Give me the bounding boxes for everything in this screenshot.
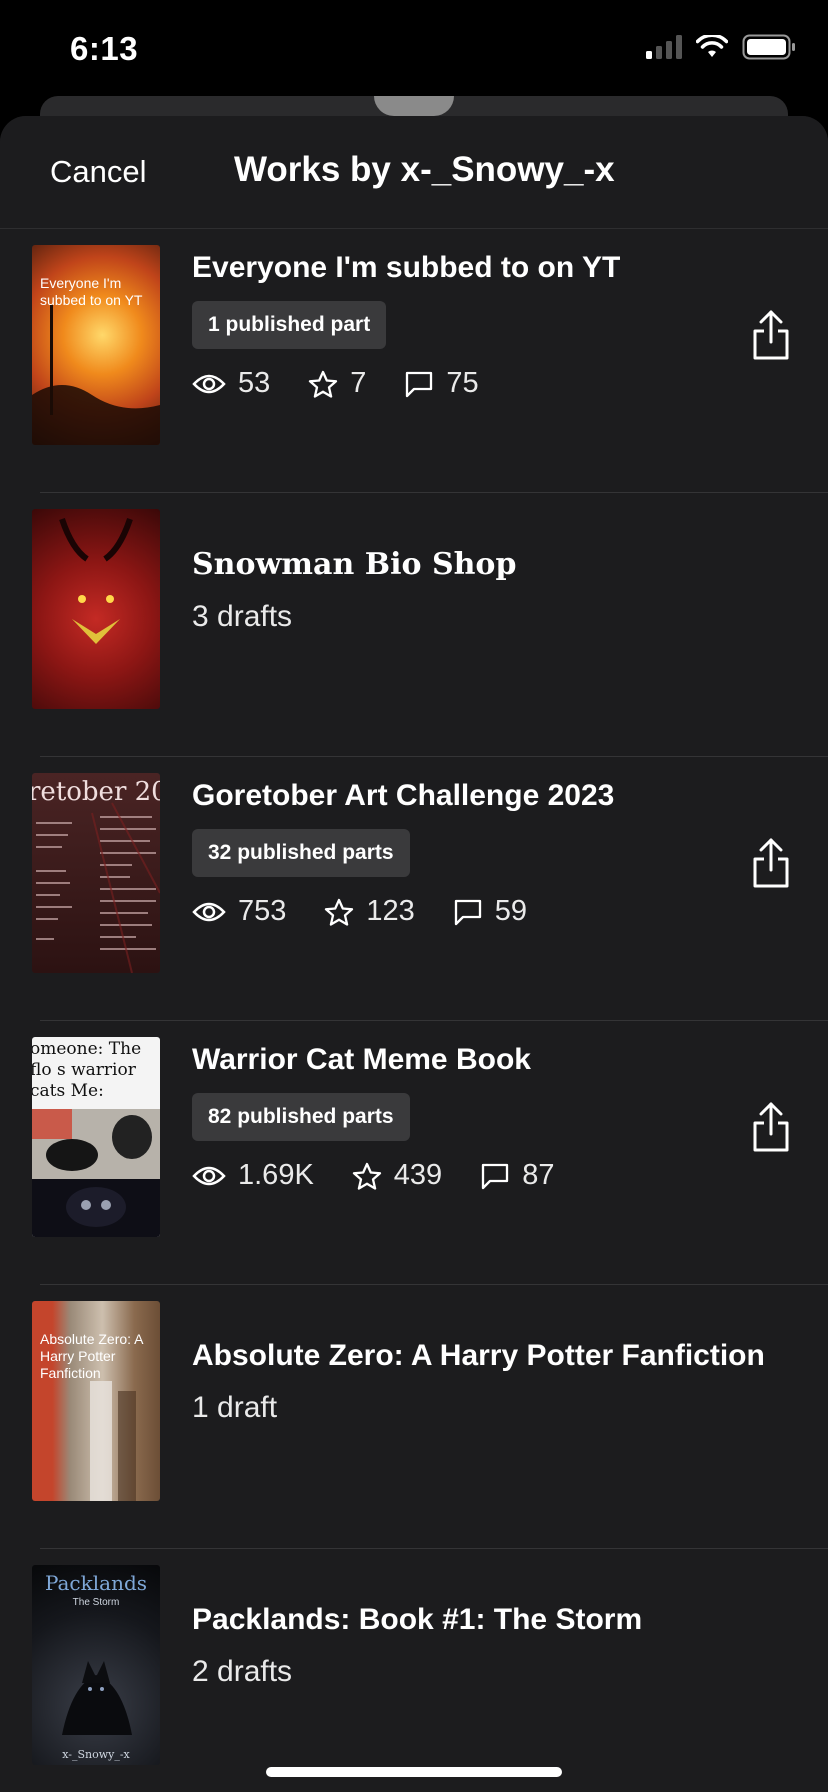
work-cover: Everyone I'm subbed to on YT [32,245,160,445]
comments-stat: 87 [480,1159,554,1192]
work-cover: retober 20 [32,773,160,973]
work-title: Warrior Cat Meme Book [192,1043,531,1076]
work-stats: 53 7 75 [192,367,620,400]
works-sheet: Cancel Works by x-_Snowy_-x Everyone I'm… [0,116,828,1792]
work-row[interactable]: Absolute Zero: A Harry Potter Fanfiction… [0,1285,828,1549]
share-icon[interactable] [752,309,790,361]
work-cover: Packlands The Storm x-_Snowy_-x [32,1565,160,1765]
cover-author: x-_Snowy_-x [62,1748,130,1761]
votes-count: 439 [393,1159,443,1191]
comments-count: 75 [446,367,479,399]
comments-stat: 75 [404,367,479,400]
cancel-button[interactable]: Cancel [50,154,147,190]
comment-icon [454,899,481,925]
cover-list-lines [36,802,160,973]
wifi-icon [696,35,728,57]
published-parts-badge: 82 published parts [192,1093,410,1141]
eye-icon [192,902,226,921]
comments-count: 59 [494,895,528,927]
work-row[interactable]: retober 20 Goretober Art Challenge 2023 … [0,757,828,1021]
sheet-title: Works by x-_Snowy_-x [234,150,615,189]
sheet-header: Cancel Works by x-_Snowy_-x [0,116,828,229]
views-count: 1.69K [238,1159,314,1191]
work-cover: omeone: The flo s warrior cats Me: [32,1037,160,1237]
work-info: Everyone I'm subbed to on YT 1 published… [192,251,620,400]
status-icons [646,34,796,60]
share-icon[interactable] [752,1101,790,1153]
work-info: Absolute Zero: A Harry Potter Fanfiction… [192,1339,765,1425]
votes-stat: 439 [352,1159,442,1192]
star-icon [325,898,354,926]
drafts-count: 1 draft [192,1391,278,1424]
star-icon [352,1162,381,1190]
work-title: Goretober Art Challenge 2023 [192,779,615,812]
work-row[interactable]: Snowman Bio Shop 3 drafts [0,493,828,757]
work-title: Snowman Bio Shop [192,547,517,582]
work-info: Packlands: Book #1: The Storm 2 drafts [192,1603,642,1689]
votes-count: 7 [350,367,367,399]
work-stats: 1.69K 439 87 [192,1159,592,1192]
work-cover [32,509,160,709]
cover-cat-photos [32,1109,160,1237]
cover-silhouette [32,305,160,445]
views-stat: 753 [192,895,286,928]
eye-icon [192,1166,226,1185]
views-count: 753 [238,895,287,927]
votes-stat: 7 [308,367,366,400]
cover-figure [90,1381,136,1501]
comments-stat: 59 [453,895,527,928]
work-row[interactable]: Everyone I'm subbed to on YT Everyone I'… [0,229,828,493]
cover-wolf [62,1661,132,1735]
status-bar: 6:13 [0,0,828,96]
votes-stat: 123 [324,895,415,928]
cover-creature [59,518,133,644]
drafts-count: 3 drafts [192,600,293,633]
share-icon[interactable] [752,837,790,889]
drafts-count: 2 drafts [192,1655,293,1688]
battery-icon [742,34,795,60]
works-list: Everyone I'm subbed to on YT Everyone I'… [0,229,828,1792]
star-icon [309,370,338,398]
work-row[interactable]: omeone: The flo s warrior cats Me: Warri… [0,1021,828,1285]
background-avatar [374,96,454,116]
comment-icon [406,371,433,397]
published-parts-badge: 32 published parts [192,829,410,877]
votes-count: 123 [366,895,415,927]
work-title: Absolute Zero: A Harry Potter Fanfiction [192,1339,765,1372]
work-cover: Absolute Zero: A Harry Potter Fanfiction [32,1301,160,1501]
comment-icon [482,1163,509,1189]
work-stats: 753 123 59 [192,895,614,928]
work-row[interactable]: Packlands The Storm x-_Snowy_-x Packland… [0,1549,828,1792]
published-parts-badge: 1 published part [192,301,387,349]
work-info: Warrior Cat Meme Book 82 published parts… [192,1043,592,1192]
eye-icon [192,374,226,393]
work-title: Packlands: Book #1: The Storm [192,1603,643,1636]
views-count: 53 [238,367,271,399]
home-indicator[interactable] [266,1767,562,1777]
work-title: Everyone I'm subbed to on YT [192,251,621,284]
comments-count: 87 [522,1159,555,1191]
views-stat: 1.69K [192,1159,314,1192]
views-stat: 53 [192,367,270,400]
work-info: Snowman Bio Shop 3 drafts [192,547,516,634]
work-info: Goretober Art Challenge 2023 32 publishe… [192,779,614,928]
cellular-signal-icon [646,35,682,59]
status-time: 6:13 [70,30,139,67]
